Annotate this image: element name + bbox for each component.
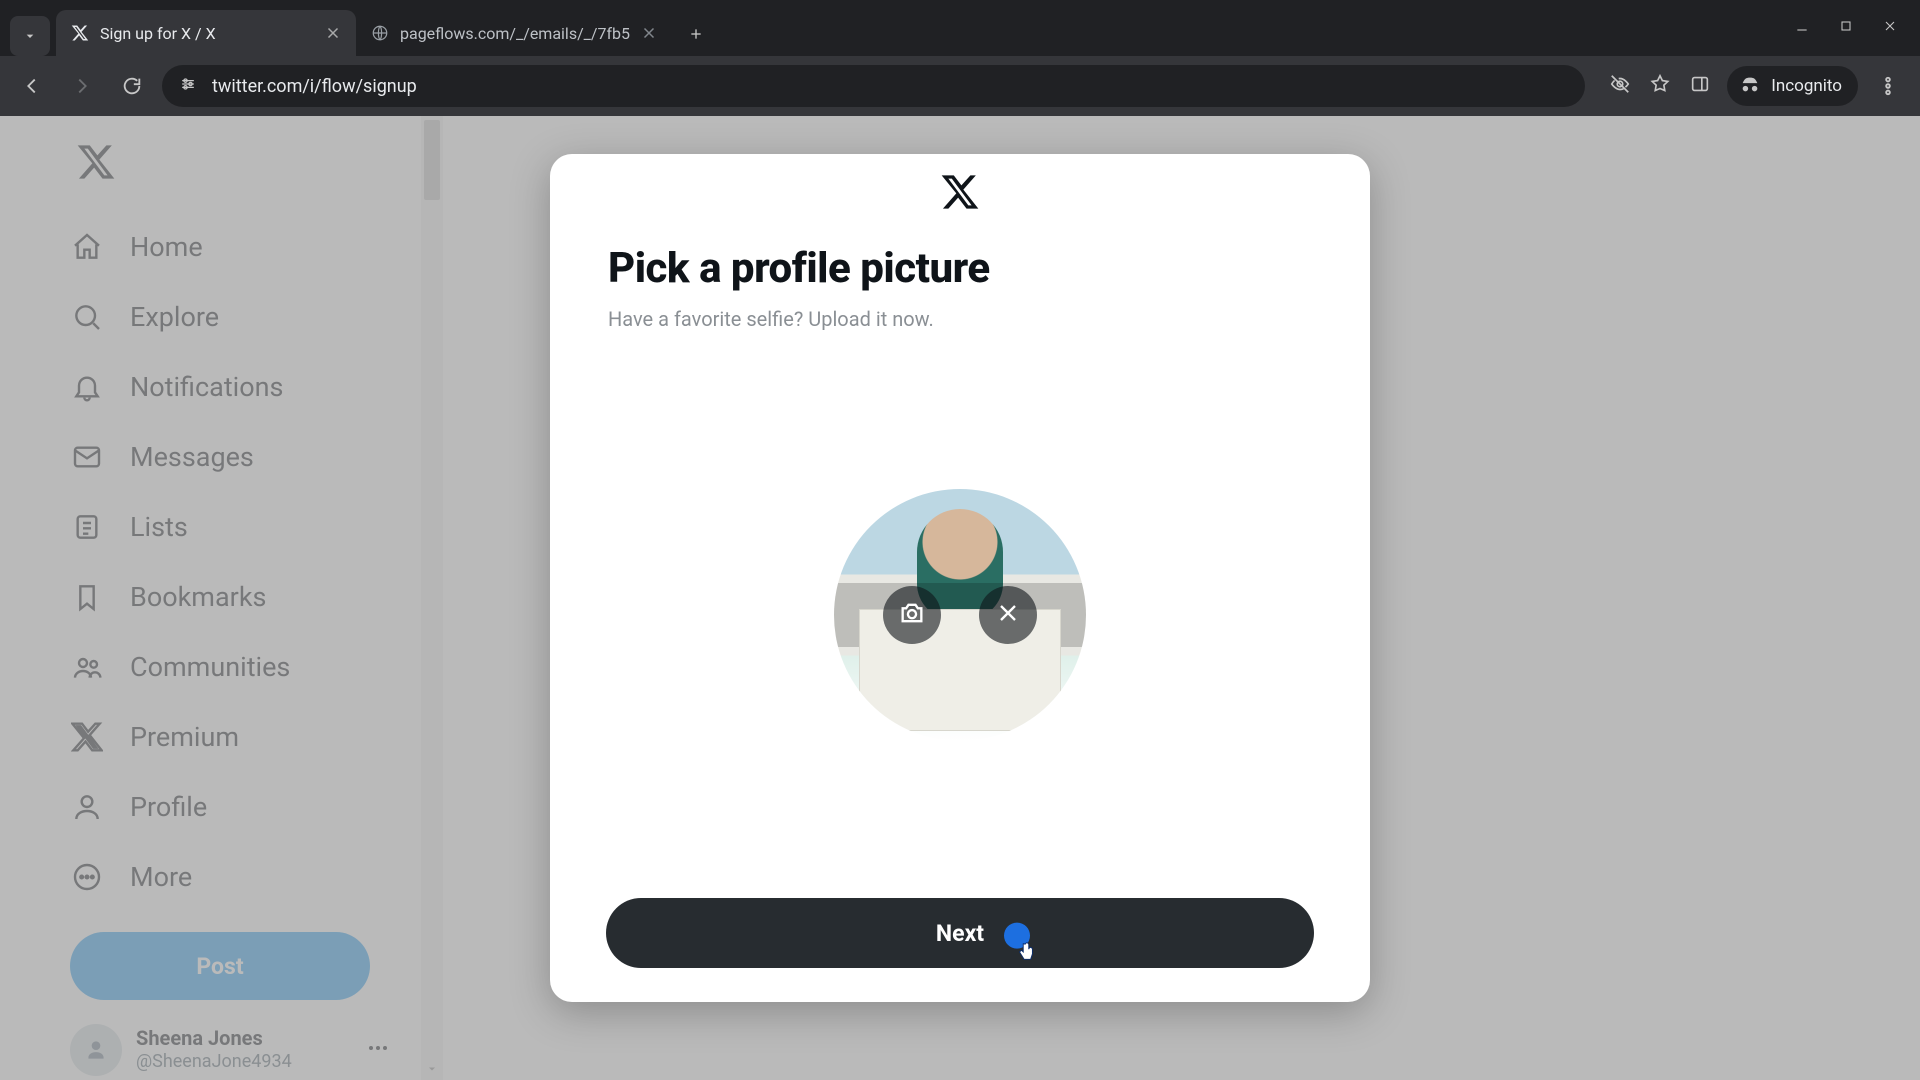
tab-close-icon[interactable] [324, 24, 342, 42]
address-bar[interactable]: twitter.com/i/flow/signup [162, 65, 1585, 107]
nav-back-button[interactable] [12, 66, 52, 106]
window-maximize-button[interactable] [1838, 18, 1854, 38]
address-url: twitter.com/i/flow/signup [212, 76, 417, 97]
site-settings-icon[interactable] [178, 74, 198, 99]
bookmark-star-icon[interactable] [1649, 73, 1671, 99]
tab-title: pageflows.com/_/emails/_/7fb5 [400, 24, 630, 43]
cursor-pointer-icon [1015, 941, 1037, 969]
browser-tabbar: Sign up for X / X pageflows.com/_/emails… [0, 0, 1920, 56]
profile-picture-modal: Pick a profile picture Have a favorite s… [550, 154, 1370, 1002]
x-logo-icon [940, 172, 980, 216]
browser-menu-button[interactable] [1868, 66, 1908, 106]
side-panel-icon[interactable] [1689, 73, 1711, 99]
nav-forward-button[interactable] [62, 66, 102, 106]
browser-toolbar: twitter.com/i/flow/signup Incognito [0, 56, 1920, 116]
x-favicon-icon [70, 23, 90, 43]
browser-tab[interactable]: pageflows.com/_/emails/_/7fb5 [356, 10, 672, 56]
new-tab-button[interactable] [678, 16, 714, 52]
profile-picture-preview [834, 489, 1086, 741]
modal-subtitle: Have a favorite selfie? Upload it now. [608, 307, 1314, 331]
globe-favicon-icon [370, 23, 390, 43]
window-close-button[interactable] [1882, 18, 1898, 38]
eye-off-icon[interactable] [1609, 73, 1631, 99]
add-photo-button[interactable] [883, 586, 941, 644]
incognito-indicator[interactable]: Incognito [1727, 66, 1858, 106]
incognito-icon [1739, 73, 1761, 100]
remove-photo-button[interactable] [979, 586, 1037, 644]
window-minimize-button[interactable] [1794, 18, 1810, 38]
tab-close-icon[interactable] [640, 24, 658, 42]
tab-search-button[interactable] [10, 16, 50, 56]
tab-title: Sign up for X / X [100, 24, 314, 43]
browser-tab-active[interactable]: Sign up for X / X [56, 10, 356, 56]
close-icon [994, 599, 1022, 631]
next-button-label: Next [936, 920, 984, 947]
nav-reload-button[interactable] [112, 66, 152, 106]
modal-title: Pick a profile picture [608, 244, 1314, 293]
camera-icon [898, 599, 926, 631]
incognito-label: Incognito [1771, 76, 1842, 96]
next-button[interactable]: Next [606, 898, 1314, 968]
